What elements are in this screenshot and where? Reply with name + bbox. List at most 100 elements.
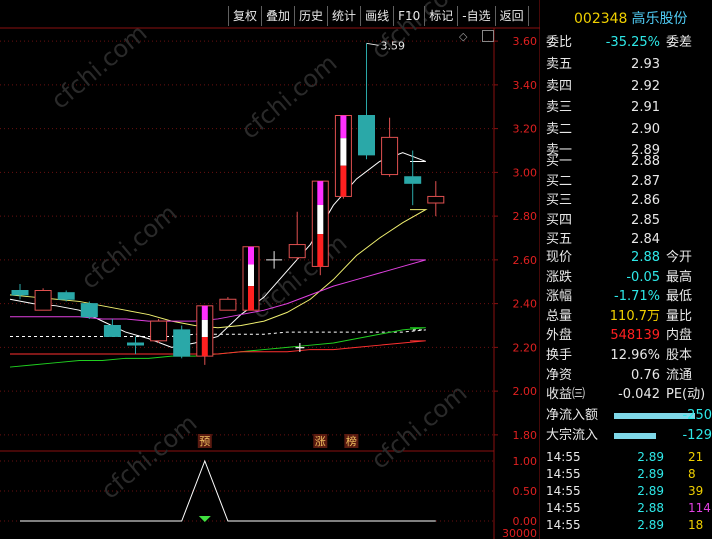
- watermark-text: cfchi.com: [46, 19, 153, 115]
- price-tick-label: 3.20: [513, 123, 538, 136]
- quote-label2: 量比: [666, 308, 693, 324]
- ask-price: 2.92: [631, 78, 660, 94]
- trade-time: 14:55: [546, 501, 581, 515]
- price-tick-label: 1.80: [513, 429, 538, 442]
- trade-time: 14:55: [546, 450, 581, 464]
- ask-price: 2.91: [631, 100, 660, 115]
- candle-body: [57, 292, 75, 300]
- ma-line-ma20: [10, 259, 426, 322]
- quote-row: 现价 2.88 今开: [546, 248, 712, 267]
- ask-row: 卖三 2.91: [546, 98, 712, 117]
- price-tick-label: 2.40: [513, 298, 538, 311]
- overlay-button[interactable]: 叠加: [261, 6, 294, 26]
- candle-body: [427, 195, 445, 204]
- ask-price: 2.93: [631, 57, 660, 72]
- f10-button[interactable]: F10: [393, 6, 424, 26]
- ask-row: 卖四 2.92: [546, 77, 712, 96]
- bid-row: 买四 2.85: [546, 211, 712, 230]
- limit-up-bar: [340, 115, 347, 139]
- ask-label: 卖四: [546, 78, 573, 94]
- candle-body: [150, 320, 168, 342]
- bid-row: 买五 2.84: [546, 230, 712, 249]
- flow-value: -129: [682, 428, 712, 443]
- scroll-box-icon[interactable]: [482, 30, 494, 42]
- flow-row: 净流入额 -250: [546, 406, 712, 425]
- sub-tick-label: 0.50: [513, 485, 538, 498]
- candle-body: [288, 244, 306, 259]
- candle-body: [219, 298, 237, 311]
- quote-label2: PE(动): [666, 387, 706, 402]
- limit-up-bar: [340, 165, 347, 197]
- price-tick-label: 3.00: [513, 166, 538, 179]
- limit-up-bar: [248, 264, 254, 287]
- quote-value: -0.042: [618, 387, 660, 402]
- quote-row: 总量 110.7万 量比: [546, 307, 712, 326]
- candle-body: [404, 176, 422, 184]
- quote-value: 2.88: [631, 250, 660, 265]
- watermark-text: cfchi.com: [236, 49, 343, 145]
- trade-price: 2.89: [637, 467, 664, 481]
- ask-row: 卖五 2.93: [546, 55, 712, 74]
- bid-price: 2.87: [631, 173, 660, 189]
- price-tick-label: 2.80: [513, 210, 538, 223]
- quote-label: 总量: [546, 308, 573, 324]
- quote-label2: 流通: [666, 367, 693, 383]
- trade-row: 14:55 2.89 39: [546, 483, 712, 500]
- quote-label: 换手: [546, 348, 573, 363]
- weibi-value: -35.25%: [605, 35, 660, 50]
- kline-chart[interactable]: 3.60 3.40 3.20 3.00 2.80 2.60 2.40 2.20 2.00 1.80…: [0, 0, 540, 539]
- limit-up-bar: [340, 138, 347, 166]
- quote-row: 外盘 548139 内盘: [546, 326, 712, 345]
- quote-label: 现价: [546, 250, 573, 265]
- quote-value: 12.96%: [610, 348, 660, 363]
- candle-body: [103, 325, 121, 337]
- high-price-annotation: 3.59: [381, 39, 406, 52]
- signal-line: [20, 459, 436, 522]
- bid-label: 买二: [546, 173, 573, 189]
- candle-body: [358, 115, 375, 156]
- bid-label: 买五: [546, 232, 573, 247]
- mark-button[interactable]: 标记: [424, 6, 457, 26]
- flow-label: 大宗流入: [546, 428, 599, 443]
- quote-value: -1.71%: [614, 289, 660, 304]
- event-marker: 榜: [344, 434, 359, 448]
- candle-body: [127, 342, 144, 346]
- price-tick-label: 3.60: [513, 35, 538, 48]
- trade-row: 14:55 2.89 18: [546, 517, 712, 534]
- stock-name: 高乐股份: [631, 11, 688, 27]
- stock-code: 002348: [574, 11, 628, 27]
- trade-time: 14:55: [546, 467, 581, 481]
- draw-line-button[interactable]: 画线: [360, 6, 393, 26]
- back-button[interactable]: 返回: [494, 6, 529, 26]
- trade-price: 2.89: [637, 484, 664, 498]
- limit-up-bar: [248, 246, 254, 265]
- quote-label: 外盘: [546, 328, 573, 343]
- diamond-icon[interactable]: ◇: [459, 30, 467, 43]
- history-button[interactable]: 历史: [294, 6, 327, 26]
- flow-label: 净流入额: [546, 408, 599, 423]
- bid-label: 买四: [546, 212, 573, 228]
- trade-volume: 18: [688, 518, 704, 532]
- limit-up-bar: [201, 337, 208, 357]
- event-marker-text: 榜: [346, 434, 357, 448]
- restore-rights-button[interactable]: 复权: [228, 6, 261, 26]
- flow-value: -250: [682, 408, 712, 423]
- quote-label2: 今开: [666, 250, 693, 265]
- bid-row: 买三 2.86: [546, 191, 712, 210]
- trade-price: 2.89: [637, 518, 664, 532]
- bid-price: 2.88: [631, 154, 660, 169]
- quote-row: 涨跌 -0.05 最高: [546, 268, 712, 287]
- candle-body: [173, 329, 191, 357]
- quote-value: 0.76: [631, 367, 660, 383]
- remove-favorite-button[interactable]: -自选: [457, 6, 494, 26]
- quote-label: 收益㈢: [546, 387, 586, 402]
- statistics-button[interactable]: 统计: [327, 6, 360, 26]
- candle-body: [80, 303, 98, 318]
- event-marker-text: 涨: [315, 435, 326, 448]
- quote-row: 涨幅 -1.71% 最低: [546, 287, 712, 306]
- trade-volume: 39: [688, 484, 704, 498]
- limit-up-bar: [201, 319, 208, 338]
- trade-price: 2.89: [637, 450, 664, 464]
- event-marker: 涨: [313, 434, 328, 448]
- price-tick-label: 2.00: [513, 385, 538, 398]
